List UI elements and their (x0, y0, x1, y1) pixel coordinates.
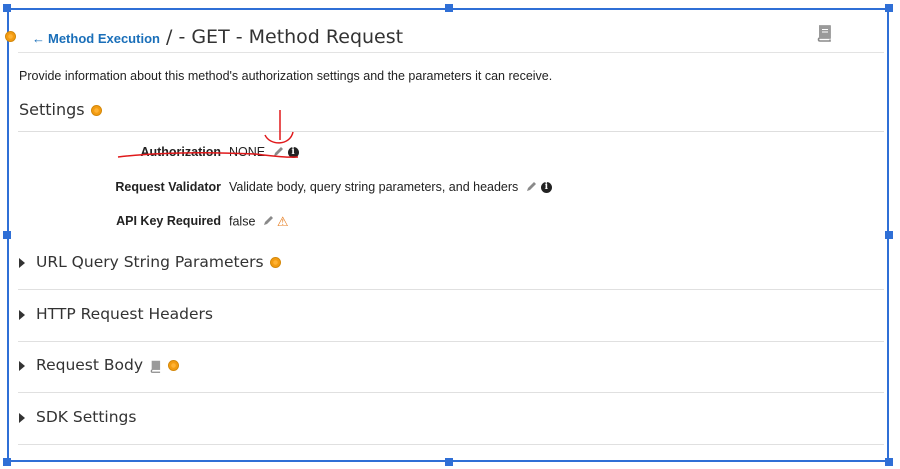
resize-handle-middle-left[interactable] (3, 231, 11, 239)
resize-handle-middle-right[interactable] (885, 231, 893, 239)
orange-dot-icon (269, 257, 281, 268)
arrow-left-icon: ← (32, 31, 45, 46)
warning-icon: ⚠ (276, 214, 289, 229)
authorization-label: Authorization (140, 145, 221, 159)
method-request-panel: ← Method Execution / - GET - Method Reque… (5, 0, 884, 469)
resize-handle-bottom-left[interactable] (3, 458, 11, 466)
page-description: Provide information about this method's … (19, 69, 553, 83)
back-to-method-execution-link[interactable]: ← Method Execution (32, 31, 160, 46)
request-validator-label: Request Validator (115, 180, 221, 194)
request-validator-row: Request Validator Validate body, query s… (18, 180, 884, 200)
api-key-required-label: API Key Required (116, 214, 221, 228)
orange-dot-icon (168, 360, 180, 371)
authorization-value-text: NONE (229, 145, 266, 159)
resize-handle-top-left[interactable] (3, 4, 11, 12)
divider (18, 131, 884, 132)
section-http-request-headers[interactable]: HTTP Request Headers (18, 290, 884, 342)
section-request-body[interactable]: Request Body (18, 341, 884, 393)
section-title-text: URL Query String Parameters (36, 253, 264, 271)
section-title-text: HTTP Request Headers (36, 305, 213, 323)
section-url-query-string-parameters[interactable]: URL Query String Parameters (18, 238, 884, 290)
pencil-icon[interactable] (263, 215, 274, 229)
section-title: SDK Settings (36, 408, 136, 426)
book-icon[interactable] (816, 25, 832, 47)
authorization-row: Authorization NONE i (18, 145, 884, 165)
request-validator-value: Validate body, query string parameters, … (229, 180, 552, 195)
info-icon[interactable]: i (540, 182, 552, 194)
caret-right-icon (19, 413, 25, 423)
orange-dot-icon (5, 31, 16, 42)
settings-heading-label: Settings (19, 100, 85, 119)
pencil-icon[interactable] (273, 146, 284, 160)
resize-handle-top-right[interactable] (885, 4, 893, 12)
section-title: URL Query String Parameters (36, 253, 281, 271)
api-key-required-value: false ⚠ (229, 214, 289, 230)
caret-right-icon (19, 258, 25, 268)
back-link-label: Method Execution (48, 31, 160, 46)
section-title-text: Request Body (36, 356, 144, 374)
section-title: Request Body (36, 356, 180, 375)
api-key-required-value-text: false (229, 214, 256, 229)
pencil-icon[interactable] (526, 181, 537, 195)
caret-right-icon (19, 310, 25, 320)
book-icon[interactable] (149, 357, 162, 375)
page-header: ← Method Execution / - GET - Method Reque… (5, 22, 884, 53)
info-icon[interactable]: i (287, 147, 299, 159)
page-title: / - GET - Method Request (166, 26, 404, 48)
caret-right-icon (19, 361, 25, 371)
section-title-text: SDK Settings (36, 408, 137, 426)
authorization-value: NONE i (229, 145, 299, 160)
resize-handle-bottom-right[interactable] (885, 458, 893, 466)
request-validator-value-text: Validate body, query string parameters, … (229, 180, 519, 194)
section-sdk-settings[interactable]: SDK Settings (18, 393, 884, 445)
orange-dot-icon (90, 105, 102, 116)
settings-heading: Settings (19, 100, 102, 119)
api-key-required-row: API Key Required false ⚠ (18, 214, 884, 234)
section-title: HTTP Request Headers (36, 305, 213, 323)
